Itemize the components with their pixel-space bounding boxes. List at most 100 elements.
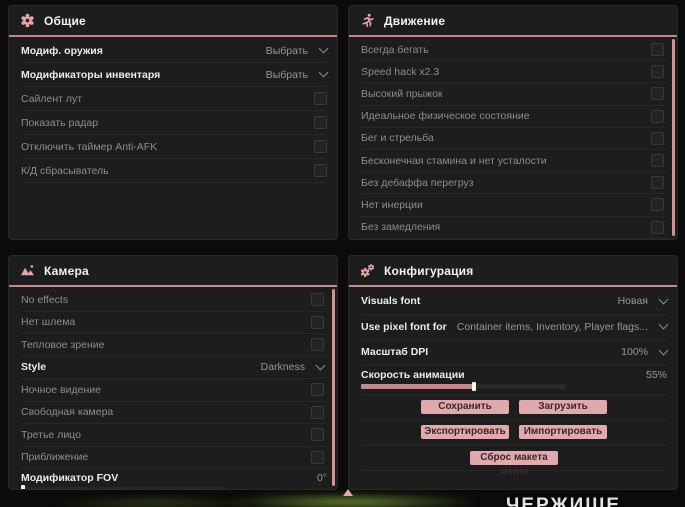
third-person-label: Третье лицо	[21, 428, 81, 441]
inventory-mods-label: Модификаторы инвентаря	[21, 68, 161, 81]
fov-modifier-label: Модификатор FOV	[21, 472, 119, 484]
third-person-row[interactable]: Третье лицо	[21, 424, 327, 447]
silent-loot-checkbox[interactable]	[314, 92, 327, 105]
no-overload-debuff-checkbox[interactable]	[651, 176, 664, 190]
free-camera-row[interactable]: Свободная камера	[21, 402, 327, 424]
no-inertia-label: Нет инерции	[361, 198, 423, 211]
panel-camera-header[interactable]: Камера	[9, 256, 337, 285]
chevron-down-icon	[315, 360, 326, 371]
infinite-stamina-row[interactable]: Бесконечная стамина и нет усталости	[361, 150, 667, 173]
always-run-checkbox[interactable]	[651, 43, 664, 57]
export-import-button-row: Экспортировать Импортировать	[361, 420, 667, 446]
panel-config-header[interactable]: Конфигурация	[349, 256, 677, 285]
chevron-down-icon	[658, 345, 669, 356]
style-label: Style	[21, 361, 47, 374]
no-helmet-row[interactable]: Нет шлема	[21, 312, 327, 334]
visuals-font-value: Новая	[617, 295, 648, 308]
style-row: Style Darkness	[21, 357, 327, 379]
animation-speed-label: Скорость анимации	[361, 368, 465, 381]
run-and-shoot-row[interactable]: Бег и стрельба	[361, 128, 667, 150]
high-jump-checkbox[interactable]	[651, 87, 664, 101]
high-jump-row[interactable]: Высокий прыжок	[361, 83, 667, 106]
no-inertia-row[interactable]: Нет инерции	[361, 194, 667, 217]
free-camera-label: Свободная камера	[21, 406, 114, 419]
zoom-in-label: Приближение	[21, 451, 89, 464]
weapon-mod-dropdown[interactable]: Выбрать	[266, 43, 329, 57]
fov-modifier-value: 0°	[316, 472, 327, 484]
third-person-checkbox[interactable]	[311, 428, 324, 442]
visuals-font-dropdown[interactable]: Новая	[617, 294, 669, 308]
silent-loot-label: Сайлент лут	[21, 92, 83, 105]
inventory-mods-dropdown[interactable]: Выбрать	[266, 67, 329, 81]
free-camera-checkbox[interactable]	[311, 405, 324, 419]
camera-scrollbar[interactable]	[332, 289, 335, 486]
style-value: Darkness	[260, 361, 305, 374]
cooldown-resetter-row[interactable]: К/Д сбрасыватель	[21, 159, 327, 183]
chevron-down-icon	[318, 43, 329, 54]
weapon-mod-row: Модиф. оружия Выбрать	[21, 39, 329, 63]
infinite-stamina-label: Бесконечная стамина и нет усталости	[361, 154, 547, 167]
night-vision-label: Ночное видение	[21, 383, 101, 396]
thermal-vision-checkbox[interactable]	[311, 338, 324, 352]
dpi-scale-dropdown[interactable]: 100%	[621, 345, 669, 358]
silent-loot-row[interactable]: Сайлент лут	[21, 87, 327, 111]
no-effects-row[interactable]: No effects	[21, 289, 327, 312]
disable-anti-afk-timer-label: Отключить таймер Anti-AFK	[21, 140, 158, 153]
run-and-shoot-label: Бег и стрельба	[361, 132, 434, 145]
panel-camera-title: Камера	[44, 263, 89, 278]
no-slowdown-row[interactable]: Без замедления	[361, 217, 667, 239]
gears-icon	[360, 263, 375, 278]
runner-icon	[360, 13, 375, 28]
speed-hack-checkbox[interactable]	[651, 65, 664, 79]
speed-hack-row[interactable]: Speed hack x2.3	[361, 61, 667, 84]
slider-handle[interactable]	[21, 485, 25, 489]
run-and-shoot-checkbox[interactable]	[651, 131, 664, 145]
fov-modifier-slider[interactable]	[21, 485, 226, 489]
panel-movement-title: Движение	[384, 13, 446, 28]
movement-scrollbar[interactable]	[672, 39, 675, 236]
show-radar-row[interactable]: Показать радар	[21, 111, 327, 135]
reset-button-row: Сброс макета меню	[361, 446, 667, 477]
perfect-physical-condition-row[interactable]: Идеальное физическое состояние	[361, 106, 667, 128]
chevron-down-icon	[318, 67, 329, 78]
reset-menu-layout-button[interactable]: Сброс макета меню	[470, 450, 558, 477]
load-button[interactable]: Загрузить	[519, 399, 607, 414]
no-overload-debuff-row[interactable]: Без дебаффа перегруз	[361, 172, 667, 195]
zoom-in-row[interactable]: Приближение	[21, 447, 327, 469]
disable-anti-afk-timer-checkbox[interactable]	[314, 140, 327, 153]
no-effects-checkbox[interactable]	[311, 293, 324, 307]
perfect-physical-condition-label: Идеальное физическое состояние	[361, 110, 530, 123]
panel-general-header[interactable]: Общие	[9, 6, 337, 35]
no-helmet-checkbox[interactable]	[311, 315, 324, 329]
no-helmet-label: Нет шлема	[21, 316, 76, 329]
visuals-font-label: Visuals font	[361, 295, 421, 308]
import-button[interactable]: Импортировать	[519, 425, 607, 440]
resize-grip-icon[interactable]	[343, 489, 353, 496]
use-pixel-font-for-dropdown[interactable]: Container items, Inventory, Player flags…	[457, 319, 669, 333]
always-run-row[interactable]: Всегда бегать	[361, 39, 667, 62]
slider-handle[interactable]	[471, 381, 476, 391]
show-radar-checkbox[interactable]	[314, 116, 327, 129]
perfect-physical-condition-checkbox[interactable]	[651, 109, 664, 123]
night-vision-row[interactable]: Ночное видение	[21, 379, 327, 402]
fov-modifier-row: Модификатор FOV 0°	[21, 469, 327, 489]
style-dropdown[interactable]: Darkness	[260, 360, 326, 374]
no-slowdown-checkbox[interactable]	[651, 220, 664, 234]
thermal-vision-row[interactable]: Тепловое зрение	[21, 334, 327, 357]
cooldown-resetter-checkbox[interactable]	[314, 164, 327, 177]
no-overload-debuff-label: Без дебаффа перегруз	[361, 176, 474, 189]
save-button[interactable]: Сохранить	[421, 399, 509, 414]
night-vision-checkbox[interactable]	[311, 383, 324, 397]
infinite-stamina-checkbox[interactable]	[651, 154, 664, 168]
game-background-glow	[48, 495, 258, 507]
animation-speed-slider[interactable]	[361, 381, 566, 391]
export-button[interactable]: Экспортировать	[421, 425, 509, 440]
disable-anti-afk-timer-row[interactable]: Отключить таймер Anti-AFK	[21, 135, 327, 159]
panel-movement-header[interactable]: Движение	[349, 6, 677, 35]
mountains-image-icon	[20, 263, 35, 278]
speed-hack-label: Speed hack x2.3	[361, 65, 440, 78]
thermal-vision-label: Тепловое зрение	[21, 338, 105, 351]
use-pixel-font-for-row: Use pixel font for Container items, Inven…	[361, 315, 669, 340]
no-inertia-checkbox[interactable]	[651, 198, 664, 212]
zoom-in-checkbox[interactable]	[311, 450, 324, 464]
